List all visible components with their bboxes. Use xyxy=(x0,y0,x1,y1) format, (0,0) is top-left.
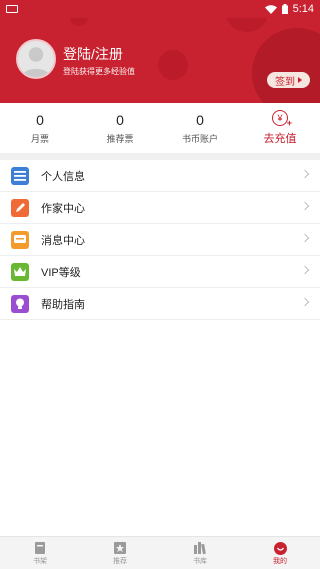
stat-label: 推荐票 xyxy=(106,133,134,144)
profile-icon xyxy=(273,541,287,555)
login-subtitle: 登陆获得更多经验值 xyxy=(63,67,135,76)
message-icon xyxy=(11,230,29,249)
stat-label: 月票 xyxy=(30,133,49,144)
library-icon xyxy=(193,541,207,555)
recharge-button[interactable]: ¥ + 去充值 xyxy=(240,103,320,153)
stat-value: 0 xyxy=(196,111,204,128)
play-arrow-icon xyxy=(298,77,302,83)
decor-bubble xyxy=(158,50,188,80)
yen-coin-icon: ¥ + xyxy=(272,110,292,128)
menu-item-label: 消息中心 xyxy=(41,234,85,247)
menu-item-message-center[interactable]: 消息中心 xyxy=(0,224,320,256)
tab-label: 书库 xyxy=(193,558,207,565)
yen-symbol: ¥ xyxy=(277,113,283,123)
personal-info-icon xyxy=(11,166,29,185)
sign-in-label: 签到 xyxy=(275,76,295,88)
menu-item-help-guide[interactable]: 帮助指南 xyxy=(0,288,320,320)
notification-icon xyxy=(6,5,18,13)
tab-library[interactable]: 书库 xyxy=(160,537,240,569)
tab-label: 推荐 xyxy=(113,558,127,565)
sign-in-button[interactable]: 签到 xyxy=(267,72,310,88)
status-time: 5:14 xyxy=(292,3,314,15)
status-bar: 5:14 xyxy=(0,0,320,18)
avatar[interactable] xyxy=(16,39,56,79)
recharge-label: 去充值 xyxy=(263,133,297,145)
decor-bubble xyxy=(252,28,320,103)
stat-label: 书币账户 xyxy=(181,133,218,144)
recommend-icon xyxy=(113,541,127,555)
menu-item-vip-level[interactable]: VIP等级 xyxy=(0,256,320,288)
menu-item-label: 个人信息 xyxy=(41,170,85,183)
crown-icon xyxy=(11,262,29,281)
stat-recommend-ticket[interactable]: 0 推荐票 xyxy=(80,103,160,153)
stats-row: 0 月票 0 推荐票 0 书币账户 ¥ + 去充值 xyxy=(0,103,320,153)
tab-label: 我的 xyxy=(273,558,287,565)
tab-bookshelf[interactable]: 书架 xyxy=(0,537,80,569)
bottom-navigation: 书架 推荐 书库 我的 xyxy=(0,536,320,569)
stat-monthly-ticket[interactable]: 0 月票 xyxy=(0,103,80,153)
chevron-right-icon xyxy=(300,201,310,211)
tab-profile[interactable]: 我的 xyxy=(240,537,320,569)
menu-item-label: 作家中心 xyxy=(41,202,85,215)
user-silhouette-icon xyxy=(22,47,50,77)
login-register-link[interactable]: 登陆/注册 xyxy=(63,44,123,64)
bookshelf-icon xyxy=(33,541,47,555)
chevron-right-icon xyxy=(300,265,310,275)
menu-item-writer-center[interactable]: 作家中心 xyxy=(0,192,320,224)
pencil-icon xyxy=(11,198,29,217)
chevron-right-icon xyxy=(300,169,310,179)
stat-value: 0 xyxy=(36,111,44,128)
tab-recommend[interactable]: 推荐 xyxy=(80,537,160,569)
battery-icon xyxy=(281,4,288,14)
stat-coin-account[interactable]: 0 书币账户 xyxy=(160,103,240,153)
tab-label: 书架 xyxy=(33,558,47,565)
chevron-right-icon xyxy=(300,233,310,243)
settings-menu: 个人信息 作家中心 消息中心 VIP等级 帮助指南 xyxy=(0,160,320,320)
menu-item-personal-info[interactable]: 个人信息 xyxy=(0,160,320,192)
stat-value: 0 xyxy=(116,111,124,128)
menu-item-label: VIP等级 xyxy=(41,266,81,279)
wifi-icon xyxy=(264,4,277,14)
menu-item-label: 帮助指南 xyxy=(41,298,85,311)
section-divider xyxy=(0,153,320,160)
chevron-right-icon xyxy=(300,297,310,307)
lightbulb-icon xyxy=(11,294,29,313)
